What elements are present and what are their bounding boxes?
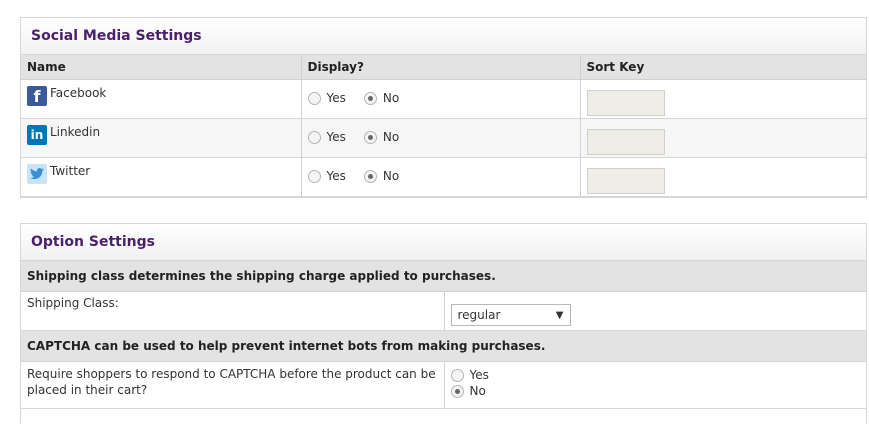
display-no-label: No: [382, 169, 400, 183]
social-row-linkedin: in Linkedin Yes No: [21, 118, 866, 158]
captcha-radio-group: Yes No: [450, 367, 861, 399]
captcha-no-label: No: [469, 384, 486, 398]
display-no-label: No: [382, 91, 400, 105]
shipping-class-note: Shipping class determines the shipping c…: [21, 261, 866, 292]
display-no-radio[interactable]: [363, 91, 377, 105]
display-yes-radio[interactable]: [307, 169, 321, 183]
display-no-radio[interactable]: [363, 169, 377, 183]
sort-key-input[interactable]: [586, 168, 665, 194]
captcha-no-radio[interactable]: [450, 384, 464, 398]
twitter-icon: [27, 164, 47, 184]
option-settings-title: Option Settings: [21, 224, 866, 261]
display-no-radio[interactable]: [363, 130, 377, 144]
display-no-label: No: [382, 130, 400, 144]
column-header-display: Display?: [300, 55, 580, 80]
display-yes-label: Yes: [326, 91, 346, 105]
network-name: Linkedin: [50, 125, 101, 139]
shipping-class-select[interactable]: regular ▼: [450, 304, 571, 326]
social-media-table: Name Display? Sort Key f Facebook Yes No: [21, 55, 866, 197]
dropdown-arrow-icon: ▼: [555, 309, 564, 321]
captcha-yes-label: Yes: [469, 368, 489, 382]
display-yes-label: Yes: [326, 169, 346, 183]
social-media-settings-title: Social Media Settings: [21, 18, 866, 55]
display-yes-radio[interactable]: [307, 130, 321, 144]
captcha-label: Require shoppers to respond to CAPTCHA b…: [21, 361, 444, 409]
column-header-name: Name: [21, 55, 301, 80]
display-yes-radio[interactable]: [307, 91, 321, 105]
network-name: Facebook: [50, 86, 107, 100]
network-name: Twitter: [50, 164, 91, 178]
shipping-class-label: Shipping Class:: [21, 291, 444, 331]
linkedin-icon: in: [27, 125, 47, 145]
option-settings-panel: Option Settings Shipping class determine…: [20, 223, 867, 424]
sort-key-input[interactable]: [586, 129, 665, 155]
sort-key-input[interactable]: [586, 90, 665, 116]
social-row-twitter: Twitter Yes No: [21, 157, 866, 197]
display-yes-label: Yes: [326, 130, 346, 144]
option-settings-table: Shipping class determines the shipping c…: [21, 261, 866, 409]
captcha-yes-radio[interactable]: [450, 368, 464, 382]
column-header-sort-key: Sort Key: [579, 55, 866, 80]
shipping-class-value: regular: [457, 308, 501, 322]
facebook-icon: f: [27, 86, 47, 106]
captcha-note: CAPTCHA can be used to help prevent inte…: [21, 330, 866, 362]
social-media-settings-panel: Social Media Settings Name Display? Sort…: [20, 17, 867, 198]
social-row-facebook: f Facebook Yes No: [21, 79, 866, 119]
